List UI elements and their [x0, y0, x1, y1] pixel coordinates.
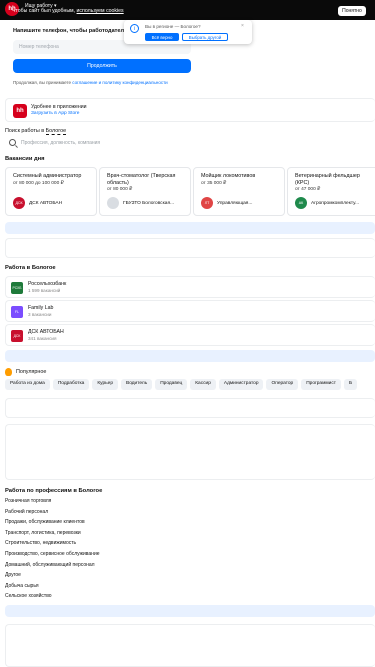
search-input[interactable]: Профессия, должность, компания [5, 137, 375, 151]
company-logo-icon: АК [295, 197, 307, 209]
search-label: Поиск работы в Бологое [5, 128, 67, 135]
vacancies-title: Вакансии дня [5, 156, 45, 162]
top-bar: hh Ищу работу ▾ Чтобы сайт был удобным, … [0, 0, 375, 20]
vacancy-card[interactable]: Мойщик локомотивов от 35 000 ₽ ЛТ Управл… [193, 167, 285, 216]
banner-placeholder [5, 605, 375, 617]
region-change-button[interactable]: Выбрать другой [182, 33, 228, 41]
profession-link[interactable]: Сельское хозяйство [5, 593, 100, 604]
company-vacancy-count: 1 599 вакансий [28, 288, 61, 293]
popular-chip[interactable]: Водитель [121, 379, 153, 390]
region-question: Вы в регионе — Бологое? [145, 24, 201, 29]
city-selector[interactable]: Бологое [45, 128, 67, 135]
company-logo-icon: ДСК [13, 197, 25, 209]
profession-link[interactable]: Другое [5, 572, 100, 583]
vacancy-card[interactable]: Ветеринарный фельдшер (КРС) от 47 000 ₽ … [287, 167, 375, 216]
app-promo-title: Удобнее в приложении [31, 104, 87, 110]
banner-placeholder [5, 350, 375, 362]
vacancy-company: ДСК ДСК АВТОБАН [13, 197, 62, 209]
vacancy-card[interactable]: Врач-стоматолог (Тверская область) от 80… [99, 167, 191, 216]
region-confirm-button[interactable]: Всё верно [145, 33, 179, 41]
company-row[interactable]: РСХБ Россельхозбанк 1 599 вакансий [5, 276, 375, 298]
company-logo-icon: РСХБ [11, 282, 23, 294]
company-row[interactable]: FL Family Lab 3 вакансии [5, 300, 375, 322]
popular-title: Популярное [16, 369, 47, 375]
professions-title: Работа по профессиям в Бологое [5, 488, 103, 494]
cookie-notice: Чтобы сайт был удобным, используем cooki… [12, 8, 124, 14]
fire-icon [5, 368, 12, 376]
company-logo-icon [107, 197, 119, 209]
profession-link[interactable]: Продажи, обслуживание клиентов [5, 519, 100, 530]
vacancy-company: АК Агропромкомплекту... [295, 197, 359, 209]
profession-link[interactable]: Добыча сырья [5, 583, 100, 594]
vacancy-title: Мойщик локомотивов [201, 173, 256, 179]
vacancy-salary: от 35 000 ₽ [201, 181, 227, 186]
continue-button[interactable]: Продолжить [13, 59, 191, 73]
agreement-text: Продолжая, вы принимаете соглашение и по… [13, 80, 168, 85]
company-vacancy-count: 3 вакансии [28, 312, 52, 317]
profession-link[interactable]: Розничная торговля [5, 498, 100, 509]
cookie-accept-button[interactable]: Понятно [338, 6, 366, 16]
app-logo-icon: hh [13, 104, 27, 118]
popular-chip[interactable]: Администратор [218, 379, 264, 390]
companies-title: Работа в Бологое [5, 265, 56, 271]
vacancy-card[interactable]: Системный администратор от 80 000 до 100… [5, 167, 97, 216]
profession-link[interactable]: Производство, сервисное обслуживание [5, 551, 100, 562]
popular-chip[interactable]: Работа из дома [5, 379, 50, 390]
empty-card [5, 398, 375, 418]
profession-link[interactable]: Рабочий персонал [5, 509, 100, 520]
vacancy-company: ГБУЗТО Бологовская... [107, 197, 174, 209]
agreement-prefix: Продолжая, вы принимаете [13, 80, 73, 85]
empty-card [5, 624, 375, 667]
popular-chips: Работа из дома Подработка Курьер Водитель Пр… [5, 379, 375, 391]
profession-link[interactable]: Транспорт, логистика, перевозки [5, 530, 100, 541]
vacancy-title: Ветеринарный фельдшер (КРС) [295, 173, 360, 186]
company-vacancy-count: 341 вакансия [28, 336, 57, 341]
vacancy-salary: от 80 000 ₽ [107, 187, 133, 192]
company-row[interactable]: ДСК ДСК АВТОБАН 341 вакансия [5, 324, 375, 346]
close-icon[interactable]: × [241, 23, 244, 29]
company-name: Управляющая... [217, 200, 253, 206]
company-name: Family Lab [28, 305, 54, 311]
app-promo-card[interactable]: hh Удобнее в приложении Загрузить в App … [5, 98, 375, 122]
vacancy-salary: от 47 000 ₽ [295, 187, 321, 192]
search-label-text: Поиск работы в [5, 128, 46, 134]
company-name: Агропромкомплекту... [311, 200, 360, 206]
professions-list: Розничная торговля Рабочий персонал Прод… [5, 498, 100, 604]
popular-chip[interactable]: Оператор [266, 379, 299, 390]
vacancy-title: Врач-стоматолог (Тверская область) [107, 173, 176, 186]
company-name: Россельхозбанк [28, 281, 67, 287]
popular-chip[interactable]: Программист [301, 379, 341, 390]
company-logo-icon: FL [11, 306, 23, 318]
app-store-link[interactable]: Загрузить в App Store [31, 111, 79, 116]
profession-link[interactable]: Домашний, обслуживающий персонал [5, 562, 100, 573]
company-name: ДСК АВТОБАН [28, 329, 64, 335]
region-popup: i Вы в регионе — Бологое? × Всё верно Вы… [124, 20, 252, 44]
popular-chip[interactable]: Продавец [155, 379, 188, 390]
banner-placeholder [5, 222, 375, 234]
popular-chip[interactable]: Курьер [92, 379, 118, 390]
cookie-link[interactable]: используем cookies [77, 8, 124, 14]
vacancy-title: Системный администратор [13, 173, 82, 179]
agreement-link[interactable]: соглашение и политику конфиденциальности [72, 80, 167, 85]
info-icon: i [130, 24, 139, 33]
profession-link[interactable]: Строительство, недвижимость [5, 540, 100, 551]
search-placeholder: Профессия, должность, компания [21, 140, 101, 146]
company-name: ГБУЗТО Бологовская... [123, 200, 175, 206]
search-icon [9, 139, 16, 146]
company-logo-icon: ЛТ [201, 197, 213, 209]
vacancy-salary: от 80 000 до 100 000 ₽ [13, 181, 64, 186]
popular-chip[interactable]: Кассир [190, 379, 216, 390]
popular-chip[interactable]: Подработка [52, 379, 90, 390]
company-name: ДСК АВТОБАН [29, 200, 63, 206]
vacancy-company: ЛТ Управляющая... [201, 197, 252, 209]
popular-header: Популярное [5, 368, 46, 376]
company-logo-icon: ДСК [11, 330, 23, 342]
empty-card [5, 238, 375, 258]
cookie-notice-text: Чтобы сайт был удобным, [12, 8, 77, 14]
empty-card [5, 424, 375, 480]
popular-chip[interactable]: Б [343, 379, 358, 390]
